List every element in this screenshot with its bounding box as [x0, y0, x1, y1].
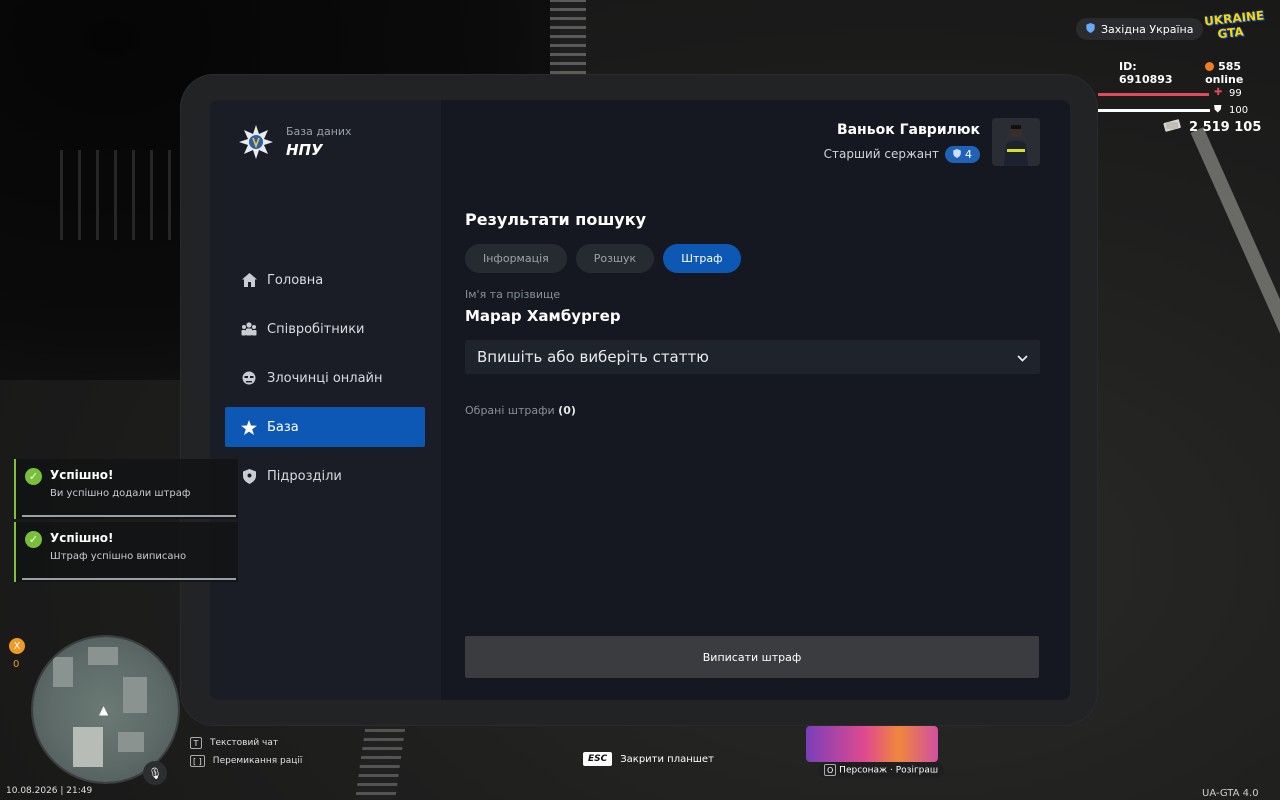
- main-panel: Ваньок Гаврилюк Старший сержант 4 Резуль…: [441, 100, 1070, 700]
- road-lane-marking: [1190, 127, 1280, 773]
- promo-key: O: [824, 764, 837, 776]
- notification-timer: [22, 515, 236, 517]
- esc-label: Закрити планшет: [620, 753, 714, 765]
- article-select[interactable]: Впишіть або виберіть статтю: [465, 340, 1040, 374]
- notification: ✓ Успішно! Ви успішно додали штраф: [14, 459, 238, 519]
- health-icon: ✚: [1214, 87, 1223, 98]
- selected-fines-count: (0): [558, 404, 576, 417]
- datetime: 10.08.2026 | 21:49: [6, 786, 93, 796]
- shield-icon: [241, 468, 257, 484]
- user-rank-row: Старший сержант 4: [823, 145, 980, 163]
- chevron-down-icon: [1017, 348, 1028, 366]
- cash-icon: [1163, 118, 1181, 136]
- staff-icon: [241, 321, 257, 337]
- sidebar-nav: Головна Співробітники Злочинці онлайн Ба…: [225, 260, 425, 505]
- check-icon: ✓: [25, 531, 42, 548]
- star-icon: [241, 419, 257, 435]
- hint-label: Текстовий чат: [210, 738, 279, 748]
- map-block: [53, 657, 73, 687]
- money-display: 2 519 105: [1163, 118, 1261, 136]
- user-name: Ваньок Гаврилюк: [836, 121, 980, 138]
- online-icon: [1205, 62, 1215, 71]
- selected-fines: Обрані штрафи (0): [465, 404, 576, 417]
- tab-wanted[interactable]: Розшук: [575, 244, 655, 273]
- sidebar-item-label: Підрозділи: [267, 468, 342, 484]
- notification-timer: [22, 578, 236, 580]
- hint-label: Перемикання рації: [212, 756, 303, 766]
- sidebar-item-label: База: [267, 419, 299, 435]
- brand-subtitle: База даних: [286, 125, 352, 138]
- armor-icon: ⛊: [1214, 104, 1222, 115]
- esc-key: ESC: [583, 752, 613, 766]
- section-title: Результати пошуку: [465, 210, 647, 229]
- avatar: [992, 118, 1040, 166]
- money-value: 2 519 105: [1189, 119, 1262, 135]
- road-rails-bottom: [353, 720, 407, 800]
- sidebar-item-database[interactable]: База: [225, 407, 425, 447]
- health-bar: [1098, 93, 1209, 96]
- brand: База даних НПУ: [238, 124, 352, 160]
- promo-label: O Персонаж · Розіграш: [818, 762, 945, 778]
- name-label: Ім'я та прізвище: [465, 288, 561, 301]
- rank-shield-icon: [953, 148, 961, 161]
- notification-message: Ви успішно додали штраф: [50, 488, 191, 499]
- notification-title: Успішно!: [50, 468, 114, 482]
- sidebar-item-staff[interactable]: Співробітники: [225, 309, 425, 349]
- map-block: [118, 732, 144, 752]
- sidebar-item-criminals-online[interactable]: Злочинці онлайн: [225, 358, 425, 398]
- notification-message: Штраф успішно виписано: [50, 551, 187, 562]
- map-block: [73, 727, 103, 767]
- hint-radio-switch: [ ] Перемикання рації: [190, 755, 302, 767]
- region-badge: Західна Україна: [1076, 18, 1204, 40]
- hint-text-chat: T Текстовий чат: [190, 737, 278, 749]
- minimap-count: 0: [13, 659, 20, 670]
- check-icon: ✓: [25, 468, 42, 485]
- tablet-screen: База даних НПУ Головна Співробітники Зло…: [210, 100, 1070, 700]
- minimap-badge: X: [9, 638, 25, 654]
- game-version: UA-GTA 4.0: [1202, 788, 1259, 799]
- game-logo: UKRAINE GTA: [1203, 8, 1265, 42]
- player-info: ID: 6910893 585 online: [1119, 60, 1280, 86]
- armor-value: 100: [1229, 105, 1249, 116]
- result-tabs: Інформація Розшук Штраф: [465, 244, 741, 273]
- user-profile: Ваньок Гаврилюк Старший сержант 4: [824, 118, 1040, 166]
- map-block: [123, 677, 147, 713]
- hint-key: T: [190, 737, 202, 749]
- region-name: Західна Україна: [1101, 22, 1194, 36]
- notification: ✓ Успішно! Штраф успішно виписано: [14, 522, 238, 582]
- hint-key: [ ]: [190, 755, 205, 767]
- player-id: ID: 6910893: [1119, 60, 1173, 86]
- armor-bar: [1098, 109, 1210, 112]
- health-value: 99: [1229, 88, 1242, 99]
- microphone-icon: 🎙: [143, 761, 167, 785]
- map-block: [88, 647, 118, 665]
- promo-banner[interactable]: [806, 726, 938, 762]
- sidebar: База даних НПУ Головна Співробітники Зло…: [210, 100, 441, 700]
- police-star-icon: [239, 125, 273, 159]
- close-tablet-hint: ESC Закрити планшет: [583, 752, 714, 766]
- notification-title: Успішно!: [50, 531, 114, 545]
- criminal-icon: [241, 370, 257, 386]
- sidebar-item-label: Головна: [267, 272, 324, 288]
- sidebar-item-units[interactable]: Підрозділи: [225, 456, 425, 496]
- brand-title: НПУ: [286, 141, 323, 159]
- home-icon: [241, 272, 257, 288]
- sidebar-item-label: Співробітники: [267, 321, 365, 337]
- road-rails: [550, 0, 586, 80]
- shield-icon: [1086, 22, 1095, 36]
- tab-fine[interactable]: Штраф: [663, 244, 741, 273]
- online-count: 585 online: [1205, 60, 1244, 86]
- name-value: Марар Хамбургер: [465, 307, 621, 325]
- sidebar-item-home[interactable]: Головна: [225, 260, 425, 300]
- rank-badge: 4: [945, 145, 980, 163]
- player-arrow-icon: ▲: [99, 703, 109, 717]
- issue-fine-button[interactable]: Виписати штраф: [465, 636, 1039, 678]
- tab-info[interactable]: Інформація: [465, 244, 567, 273]
- user-rank: Старший сержант: [823, 147, 939, 161]
- article-select-placeholder: Впишіть або виберіть статтю: [477, 348, 709, 366]
- sidebar-item-label: Злочинці онлайн: [267, 370, 383, 386]
- road-crosswalk: [60, 150, 200, 240]
